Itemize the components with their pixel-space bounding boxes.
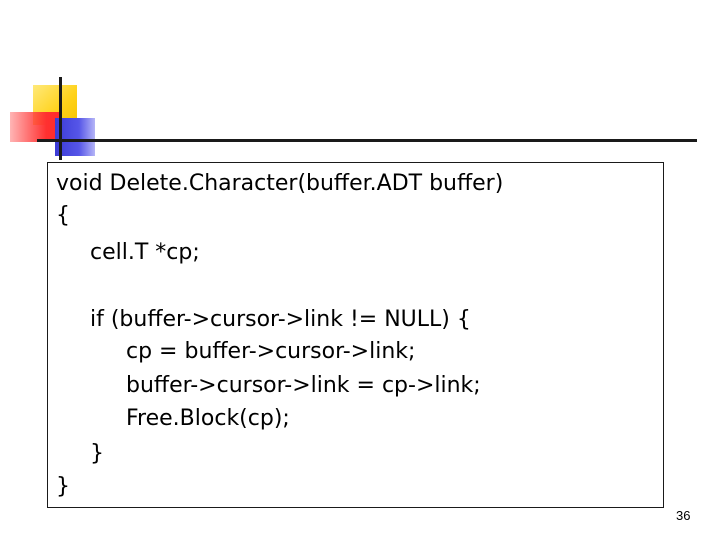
code-line-relink: buffer->cursor->link = cp->link; (126, 373, 481, 398)
logo-vertical-rule (59, 77, 62, 160)
title-rule (37, 139, 697, 142)
code-line-free: Free.Block(cp); (126, 406, 290, 431)
code-frame (47, 162, 664, 508)
page-number: 36 (676, 508, 691, 523)
slide: void Delete.Character(buffer.ADT buffer)… (0, 0, 720, 540)
code-line-declaration: cell.T *cp; (90, 240, 200, 265)
code-line-close-brace: } (56, 474, 70, 499)
code-line-signature: void Delete.Character(buffer.ADT buffer) (56, 171, 504, 196)
code-line-close-if: } (90, 441, 104, 466)
code-line-open-brace: { (56, 203, 70, 228)
code-line-assign-cp: cp = buffer->cursor->link; (126, 339, 416, 364)
code-line-if: if (buffer->cursor->link != NULL) { (90, 307, 471, 332)
